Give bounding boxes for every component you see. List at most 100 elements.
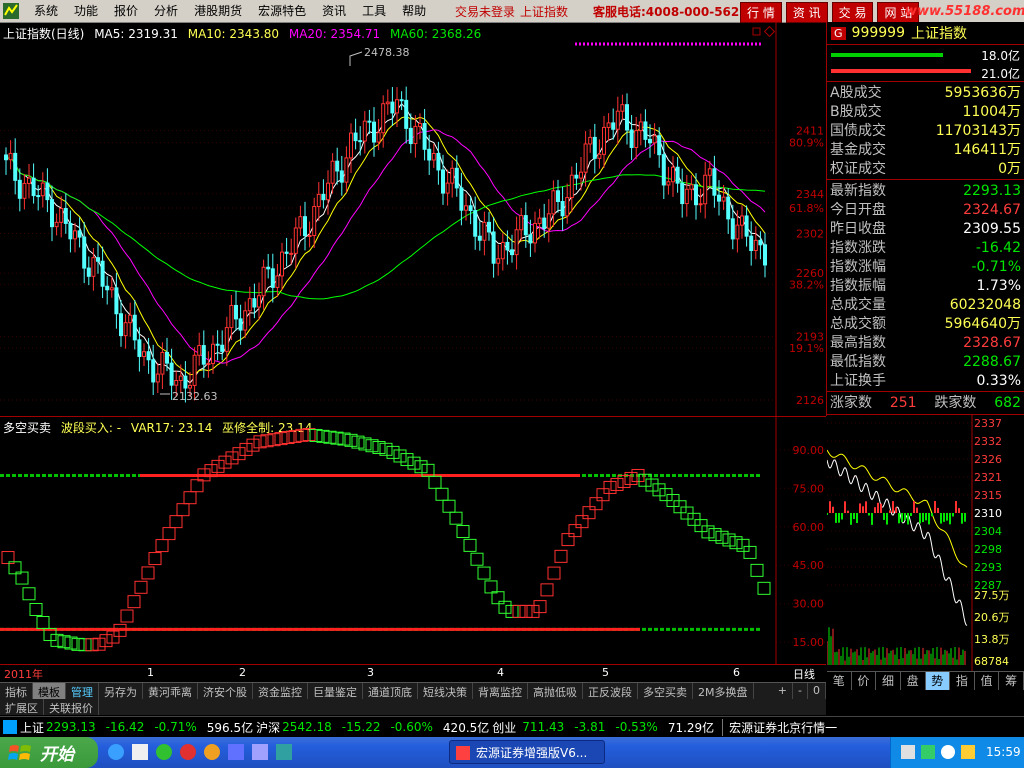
y-tick-label: 2126	[796, 394, 824, 407]
stat-value: 2288.67	[963, 354, 1021, 370]
signal-box	[540, 583, 554, 597]
tab-extension[interactable]: 扩展区	[0, 699, 44, 715]
tab-band[interactable]: 正反波段	[583, 683, 638, 700]
indicator-tab-bar: 指标 模板 管理 另存为 黄河乖离 济安个股 资金监控 巨量鉴定 通道顶底 短线…	[0, 682, 826, 700]
zoom-in-button[interactable]: +	[773, 683, 794, 700]
candle-body	[335, 160, 340, 172]
nav-news-button[interactable]: 资 讯	[785, 2, 828, 23]
desktop-icon[interactable]	[132, 744, 148, 760]
tab-short-term[interactable]: 短线决策	[418, 683, 473, 700]
panel-tab-3[interactable]: 盘	[901, 672, 926, 690]
zoom-out-button[interactable]: -	[793, 683, 808, 700]
mini-price-line	[827, 459, 968, 626]
panel-tab-2[interactable]: 细	[876, 672, 901, 690]
menu-analysis[interactable]: 分析	[146, 3, 186, 19]
tab-long-short[interactable]: 多空买卖	[638, 683, 693, 700]
candle-body	[197, 345, 202, 356]
ie-icon[interactable]	[108, 744, 124, 760]
tab-manage[interactable]: 管理	[66, 683, 99, 700]
main-chart[interactable]: 上证指数(日线) MA5: 2319.31 MA10: 2343.80 MA20…	[0, 22, 827, 416]
menu-help[interactable]: 帮助	[394, 3, 434, 19]
tab-related-quote[interactable]: 关联报价	[44, 699, 99, 715]
app-icon-1[interactable]	[156, 744, 172, 760]
stat-label: 指数涨跌	[830, 240, 886, 256]
tab-indicator[interactable]: 指标	[0, 683, 33, 700]
sub-indicator-chart[interactable]: 多空买卖 波段买入: - VAR17: 23.14 巫修全制: 23.14 90…	[0, 416, 826, 665]
outflow-bar	[831, 69, 971, 73]
start-button[interactable]: 开始	[0, 737, 98, 768]
tab-fund-monitor[interactable]: 资金监控	[253, 683, 308, 700]
login-status[interactable]: 交易未登录	[455, 3, 515, 20]
app-icon-6[interactable]	[276, 744, 292, 760]
candle-body	[735, 224, 740, 240]
stat-value: 0.33%	[976, 373, 1021, 389]
candle-body	[96, 257, 100, 262]
ticker-sh-icon	[3, 720, 17, 734]
menu-hongyuan[interactable]: 宏源特色	[250, 3, 314, 19]
ticker-cy-pct: -0.53%	[615, 720, 658, 734]
app-icon-4[interactable]	[228, 744, 244, 760]
extension-tab-bar: 扩展区 关联报价	[0, 699, 826, 715]
restore-icon[interactable]	[752, 27, 761, 36]
candle-body	[551, 190, 556, 215]
tray-network-icon[interactable]	[901, 745, 915, 759]
app-logo-icon[interactable]	[2, 2, 20, 20]
candle-body	[671, 166, 675, 183]
candle-body	[45, 182, 50, 201]
tab-channel[interactable]: 通道顶底	[363, 683, 418, 700]
stat-value: 1.73%	[976, 278, 1021, 294]
candle-body	[73, 230, 77, 240]
tray-volume-icon[interactable]	[961, 745, 975, 759]
panel-tab-4[interactable]: 势	[925, 672, 951, 690]
taskbar-window-button[interactable]: 宏源证券增强版V6...	[449, 740, 605, 764]
app-icon-5[interactable]	[252, 744, 268, 760]
nav-quote-button[interactable]: 行 情	[740, 2, 782, 23]
ticker-hs-name[interactable]: 沪深	[256, 719, 280, 736]
signal-box	[470, 552, 484, 566]
panel-tab-0[interactable]: 笔	[827, 672, 852, 690]
menu-function[interactable]: 功能	[66, 3, 106, 19]
panel-tab-6[interactable]: 值	[975, 672, 1000, 690]
tab-high-low[interactable]: 高抛低吸	[528, 683, 583, 700]
windows-taskbar: 开始 宏源证券增强版V6... 15:59	[0, 737, 1024, 768]
candle-body	[174, 379, 179, 386]
period-label[interactable]: 日线	[793, 666, 815, 682]
panel-tab-7[interactable]: 筹	[999, 672, 1024, 690]
ticker-cy-name[interactable]: 创业	[492, 719, 516, 736]
tab-divergence[interactable]: 背离监控	[473, 683, 528, 700]
menu-tools[interactable]: 工具	[354, 3, 394, 19]
tray-shield-icon[interactable]	[921, 745, 935, 759]
app-icon-2[interactable]	[180, 744, 196, 760]
app-icon-3[interactable]	[204, 744, 220, 760]
tab-save-as[interactable]: 另存为	[99, 683, 143, 700]
tab-jian[interactable]: 济安个股	[198, 683, 253, 700]
intraday-mini-chart[interactable]: 2337233223262321231523102304229822932287…	[827, 415, 1024, 671]
ticker-broker[interactable]: 宏源证券北京行情一	[722, 718, 837, 736]
nav-trade-button[interactable]: 交 易	[831, 2, 874, 23]
tray-help-icon[interactable]	[941, 745, 955, 759]
signal-box	[435, 487, 449, 501]
tab-huanghe[interactable]: 黄河乖离	[143, 683, 198, 700]
panel-tab-1[interactable]: 价	[852, 672, 877, 690]
signal-box	[491, 591, 505, 605]
menu-system[interactable]: 系统	[26, 3, 66, 19]
ticker-sh-name[interactable]: 上证	[20, 719, 44, 736]
menu-quote[interactable]: 报价	[106, 3, 146, 19]
stat-label: 昨日收盘	[830, 221, 886, 237]
index-code: 999999	[851, 25, 905, 41]
menu-hk-futures[interactable]: 港股期货	[186, 3, 250, 19]
tab-volume[interactable]: 巨量鉴定	[308, 683, 363, 700]
candle-body	[114, 287, 119, 315]
signal-box	[316, 429, 330, 443]
candle-body	[155, 373, 160, 383]
stat-row: 今日开盘 2324.67	[827, 201, 1024, 220]
tab-template[interactable]: 模板	[33, 683, 66, 700]
tab-2m[interactable]: 2M多换盘	[693, 683, 754, 700]
candle-body	[381, 103, 386, 134]
panel-tab-5[interactable]: 指	[950, 672, 975, 690]
menu-news[interactable]: 资讯	[314, 3, 354, 19]
right-quote-panel: G 999999 上证指数 18.0亿 21.0亿 A股成交 5953636万 B股…	[827, 22, 1024, 702]
diamond-icon[interactable]	[763, 25, 776, 38]
zoom-reset-button[interactable]: 0	[808, 683, 826, 700]
clock[interactable]: 15:59	[986, 745, 1021, 759]
